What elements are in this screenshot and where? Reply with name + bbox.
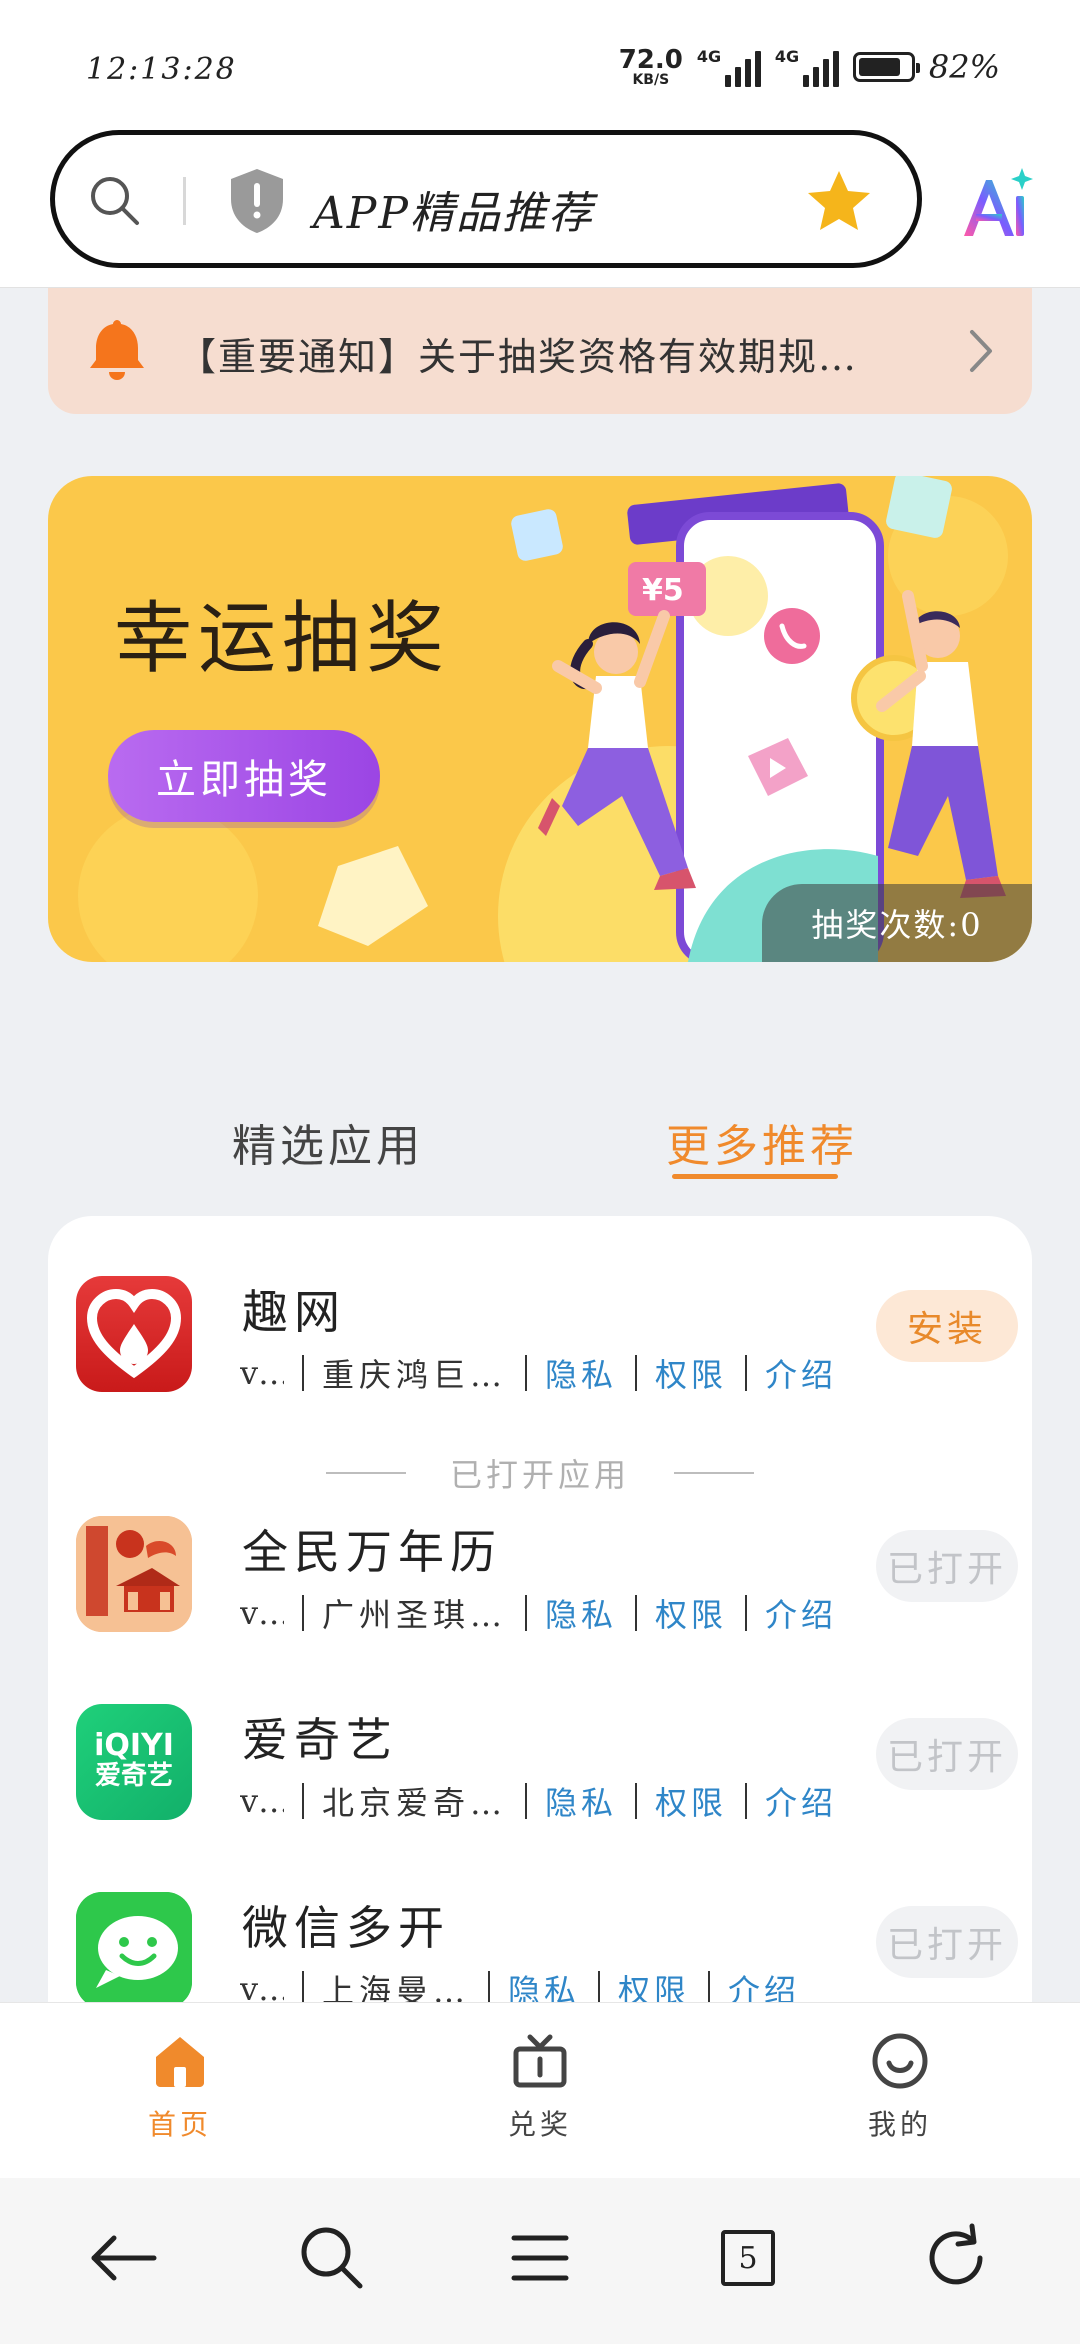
intro-link[interactable]: 介绍 bbox=[765, 1778, 837, 1824]
opened-button[interactable]: 已打开 bbox=[876, 1530, 1018, 1602]
draw-count: 抽奖次数:0 bbox=[762, 884, 1032, 962]
signal-icon: 4G bbox=[697, 47, 761, 87]
signal-label: 4G bbox=[696, 47, 722, 66]
app-developer: 广州圣琪… bbox=[322, 1596, 508, 1634]
heart-logo-icon bbox=[86, 1288, 182, 1379]
ai-assistant-icon[interactable] bbox=[956, 164, 1036, 244]
app-icon-quwang bbox=[76, 1276, 192, 1392]
search-divider bbox=[183, 177, 186, 225]
status-time: 12:13:28 bbox=[86, 52, 237, 87]
tab-more-recommended[interactable]: 更多推荐 bbox=[666, 1110, 858, 1174]
privacy-link[interactable]: 隐私 bbox=[545, 1350, 617, 1396]
status-bar: 12:13:28 72.0 KB/S 4G 4G 82% bbox=[0, 0, 1080, 130]
tab-featured[interactable]: 精选应用 bbox=[232, 1110, 424, 1174]
app-meta: v… 北京爱奇… 隐私 权限 介绍 bbox=[240, 1778, 837, 1824]
app-version: v… bbox=[240, 1782, 284, 1820]
tv-gift-icon bbox=[513, 2034, 567, 2088]
notice-text: 【重要通知】关于抽奖资格有效期规… bbox=[178, 335, 859, 379]
calendar-logo-icon bbox=[76, 1516, 192, 1632]
app-developer: 重庆鸿巨… bbox=[322, 1356, 508, 1394]
intro-link[interactable]: 介绍 bbox=[728, 1966, 800, 2002]
nav-redeem[interactable]: 兑奖 bbox=[460, 2031, 620, 2143]
app-icon-wechat-multi bbox=[76, 1892, 192, 2002]
install-button[interactable]: 安装 bbox=[876, 1290, 1018, 1362]
iqiyi-logo-subtext: 爱奇艺 bbox=[94, 1761, 173, 1792]
privacy-link[interactable]: 隐私 bbox=[545, 1590, 617, 1636]
nav-home-label: 首页 bbox=[147, 2108, 212, 2141]
nav-mine-label: 我的 bbox=[867, 2108, 932, 2141]
app-version: v… bbox=[240, 1970, 284, 2002]
app-meta: v… 重庆鸿巨… 隐私 权限 介绍 bbox=[240, 1350, 837, 1396]
app-version: v… bbox=[240, 1594, 284, 1632]
tabs-button[interactable]: 5 bbox=[708, 2218, 788, 2298]
search-header: APP精品推荐 bbox=[0, 130, 1080, 288]
nav-redeem-label: 兑奖 bbox=[507, 2108, 572, 2141]
nav-home[interactable]: 首页 bbox=[100, 2031, 260, 2143]
network-speed-value: 72.0 bbox=[618, 45, 683, 75]
draw-now-button[interactable]: 立即抽奖 bbox=[108, 730, 380, 822]
tab-active-indicator bbox=[672, 1174, 838, 1179]
notice-bar[interactable]: 【重要通知】关于抽奖资格有效期规… bbox=[48, 288, 1032, 414]
app-name: 全民万年历 bbox=[242, 1525, 502, 1579]
app-version: v… bbox=[240, 1354, 284, 1392]
refresh-icon[interactable] bbox=[916, 2218, 996, 2298]
list-item[interactable]: 微信多开 v… 上海曼… 隐私 权限 介绍 已打开 bbox=[48, 1866, 1032, 2002]
signal-icon-2: 4G bbox=[775, 47, 839, 87]
star-icon[interactable] bbox=[805, 167, 873, 235]
privacy-link[interactable]: 隐私 bbox=[508, 1966, 580, 2002]
app-name: 微信多开 bbox=[242, 1901, 450, 1955]
bottom-nav: 首页 兑奖 我的 bbox=[0, 2002, 1080, 2178]
back-arrow-icon[interactable] bbox=[84, 2218, 164, 2298]
signal-label-2: 4G bbox=[774, 47, 800, 66]
permissions-link[interactable]: 权限 bbox=[655, 1350, 727, 1396]
list-item[interactable]: 全民万年历 v… 广州圣琪… 隐私 权限 介绍 已打开 bbox=[48, 1490, 1032, 1640]
opened-button[interactable]: 已打开 bbox=[876, 1906, 1018, 1978]
search-icon[interactable] bbox=[292, 2218, 372, 2298]
app-icon-iqiyi: iQIYI 爱奇艺 bbox=[76, 1704, 192, 1820]
category-tabs: 精选应用 更多推荐 bbox=[0, 1100, 1080, 1200]
search-text[interactable]: APP精品推荐 bbox=[313, 177, 594, 241]
chat-bubble-icon bbox=[76, 1892, 192, 2002]
browser-nav-bar: 5 bbox=[0, 2178, 1080, 2344]
nav-mine[interactable]: 我的 bbox=[820, 2031, 980, 2143]
lottery-banner[interactable]: ¥5 幸运抽奖 立即抽奖 抽奖次数:0 bbox=[48, 476, 1032, 962]
chevron-right-icon[interactable] bbox=[966, 326, 996, 376]
network-speed: 72.0 KB/S bbox=[619, 47, 683, 87]
app-meta: v… 上海曼… 隐私 权限 介绍 bbox=[240, 1966, 800, 2002]
permissions-link[interactable]: 权限 bbox=[655, 1778, 727, 1824]
permissions-link[interactable]: 权限 bbox=[618, 1966, 690, 2002]
menu-icon[interactable] bbox=[500, 2218, 580, 2298]
app-name: 爱奇艺 bbox=[242, 1713, 398, 1767]
app-name: 趣网 bbox=[242, 1285, 346, 1339]
permissions-link[interactable]: 权限 bbox=[655, 1590, 727, 1636]
search-icon[interactable] bbox=[85, 171, 145, 231]
privacy-link[interactable]: 隐私 bbox=[545, 1778, 617, 1824]
bell-icon bbox=[90, 320, 144, 380]
status-indicators: 72.0 KB/S 4G 4G 82% bbox=[619, 44, 1000, 90]
battery-icon bbox=[852, 52, 920, 82]
app-developer: 上海曼… bbox=[322, 1972, 471, 2002]
home-icon bbox=[156, 2037, 204, 2087]
shield-icon bbox=[231, 169, 283, 233]
battery-fill bbox=[858, 58, 900, 76]
price-tag-text: ¥5 bbox=[642, 573, 684, 608]
smiley-icon bbox=[872, 2033, 928, 2089]
opened-button[interactable]: 已打开 bbox=[876, 1718, 1018, 1790]
intro-link[interactable]: 介绍 bbox=[765, 1350, 837, 1396]
search-bar[interactable]: APP精品推荐 bbox=[50, 130, 922, 268]
list-item[interactable]: iQIYI 爱奇艺 爱奇艺 v… 北京爱奇… 隐私 权限 介绍 已打开 bbox=[48, 1678, 1032, 1828]
app-list: 趣网 v… 重庆鸿巨… 隐私 权限 介绍 安装 已打开应用 bbox=[48, 1216, 1032, 2002]
list-item[interactable]: 趣网 v… 重庆鸿巨… 隐私 权限 介绍 安装 bbox=[48, 1250, 1032, 1400]
iqiyi-logo-text: iQIYI bbox=[94, 1728, 174, 1764]
app-developer: 北京爱奇… bbox=[322, 1784, 508, 1822]
intro-link[interactable]: 介绍 bbox=[765, 1590, 837, 1636]
battery-percent: 82% bbox=[928, 48, 1000, 86]
app-meta: v… 广州圣琪… 隐私 权限 介绍 bbox=[240, 1590, 837, 1636]
banner-title: 幸运抽奖 bbox=[114, 594, 451, 684]
tabs-count: 5 bbox=[721, 2230, 775, 2286]
network-speed-unit: KB/S bbox=[632, 72, 670, 88]
app-icon-calendar bbox=[76, 1516, 192, 1632]
